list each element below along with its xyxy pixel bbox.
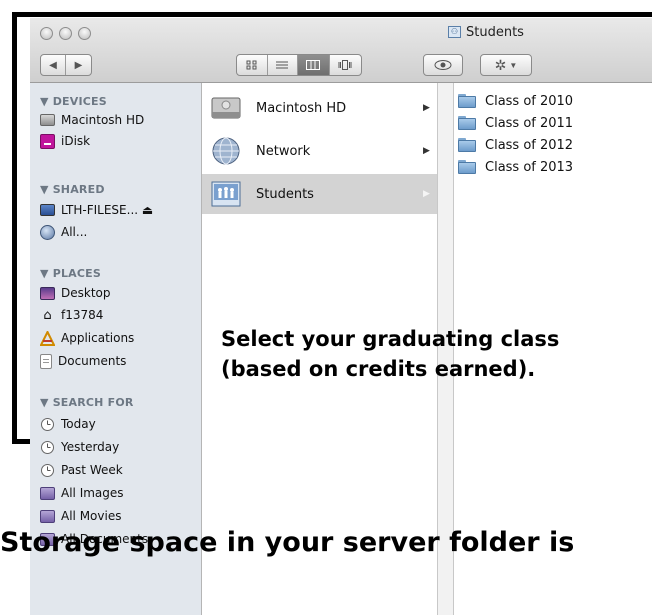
smart-folder-icon xyxy=(40,486,55,500)
folder-icon xyxy=(458,94,476,108)
sidebar-item-label: Today xyxy=(61,417,96,431)
disclosure-arrow-icon: ▶ xyxy=(423,103,430,113)
applications-icon xyxy=(39,329,56,346)
folder-label: Class of 2011 xyxy=(485,115,574,131)
column-item-students[interactable]: Students ▶ xyxy=(202,174,437,214)
disclosure-arrow-icon: ▶ xyxy=(423,146,430,156)
folder-icon xyxy=(458,160,476,174)
window-title: Students xyxy=(466,25,524,40)
document-icon xyxy=(40,353,52,369)
hard-drive-icon xyxy=(211,97,241,119)
column-item-label: Network xyxy=(256,143,311,159)
sidebar-item-all-images[interactable]: All Images xyxy=(40,483,124,503)
quick-look-button[interactable] xyxy=(423,54,463,76)
sidebar-item-label: All Movies xyxy=(61,509,122,523)
forward-button[interactable]: ▶ xyxy=(66,55,91,75)
column-view-button[interactable] xyxy=(298,55,330,75)
desktop-icon xyxy=(40,286,55,300)
list-view-button[interactable] xyxy=(268,55,299,75)
folder-icon xyxy=(458,138,476,152)
coverflow-view-icon xyxy=(338,60,352,70)
sidebar-item-today[interactable]: Today xyxy=(40,414,96,434)
sidebar-heading-shared: ▼ SHARED xyxy=(40,183,105,196)
chevron-down-icon: ▼ xyxy=(509,60,518,70)
folder-icon xyxy=(458,116,476,130)
back-forward-group: ◀ ▶ xyxy=(40,54,92,76)
folder-class-of-2010[interactable]: Class of 2010 xyxy=(458,90,573,112)
sidebar-item-past-week[interactable]: Past Week xyxy=(40,460,123,480)
folder-class-of-2012[interactable]: Class of 2012 xyxy=(458,134,573,156)
sidebar-item-label: f13784 xyxy=(61,308,104,322)
sidebar-heading-devices: ▼ DEVICES xyxy=(40,95,107,108)
storage-annotation: Storage space in your server folder is xyxy=(0,527,575,558)
zoom-button[interactable] xyxy=(78,27,91,40)
instruction-annotation: Select your graduating class (based on c… xyxy=(221,324,559,384)
view-mode-group xyxy=(236,54,362,76)
clock-icon xyxy=(40,463,55,478)
icon-view-icon xyxy=(246,60,257,70)
coverflow-view-button[interactable] xyxy=(330,55,361,75)
home-icon: ⌂ xyxy=(43,307,52,323)
column-item-macintosh-hd[interactable]: Macintosh HD ▶ xyxy=(202,88,437,128)
sidebar-item-label: iDisk xyxy=(61,134,91,148)
sidebar-item-applications[interactable]: Applications xyxy=(39,328,135,348)
sidebar-item-all-shared[interactable]: All... xyxy=(40,222,87,242)
folder-label: Class of 2013 xyxy=(485,159,574,175)
forward-arrow-icon: ▶ xyxy=(74,59,83,71)
sidebar-item-yesterday[interactable]: Yesterday xyxy=(40,437,119,457)
eye-icon xyxy=(434,60,452,70)
sidebar-item-label: All... xyxy=(61,225,88,239)
shared-folder-icon xyxy=(211,181,241,207)
sidebar-item-idisk[interactable]: iDisk xyxy=(40,131,90,151)
sidebar-item-home[interactable]: ⌂ f13784 xyxy=(40,305,103,325)
column-item-network[interactable]: Network ▶ xyxy=(202,131,437,171)
clock-icon xyxy=(40,417,55,432)
disclosure-arrow-icon: ▶ xyxy=(423,189,430,199)
minimize-button[interactable] xyxy=(59,27,72,40)
column-view-icon xyxy=(306,60,321,70)
sidebar-item-label: Past Week xyxy=(61,463,123,477)
list-view-icon xyxy=(276,61,289,69)
sidebar-item-label[interactable]: LTH-FILESE... ⏏ xyxy=(61,203,153,217)
action-menu-button[interactable]: ✲ ▼ xyxy=(480,54,532,76)
back-button[interactable]: ◀ xyxy=(41,55,67,75)
title-bar: ⚇ Students ◀ ▶ ✲ ▼ xyxy=(30,18,652,83)
folder-class-of-2013[interactable]: Class of 2013 xyxy=(458,156,573,178)
icon-view-button[interactable] xyxy=(237,55,268,75)
sidebar-item-macintosh-hd[interactable]: Macintosh HD xyxy=(40,110,144,130)
idisk-icon xyxy=(40,133,55,149)
close-button[interactable] xyxy=(40,27,53,40)
instruction-line-1: Select your graduating class xyxy=(221,327,560,351)
hard-drive-icon xyxy=(40,114,55,126)
smart-folder-icon xyxy=(40,509,55,523)
annotation-frame-top xyxy=(12,12,652,17)
sidebar-item-label: All Images xyxy=(61,486,124,500)
folder-class-of-2011[interactable]: Class of 2011 xyxy=(458,112,573,134)
sidebar-item-label: Documents xyxy=(58,354,127,368)
sidebar-heading-search-for: ▼ SEARCH FOR xyxy=(40,396,134,409)
clock-icon xyxy=(40,440,55,455)
sidebar-item-label: Macintosh HD xyxy=(61,113,145,127)
column-item-label: Students xyxy=(256,186,314,202)
sidebar-item-all-movies[interactable]: All Movies xyxy=(40,506,121,526)
network-globe-icon xyxy=(212,137,240,165)
folder-label: Class of 2012 xyxy=(485,137,574,153)
gear-icon: ✲ xyxy=(494,56,507,73)
annotation-frame-left xyxy=(12,12,17,444)
back-arrow-icon: ◀ xyxy=(49,59,57,71)
sidebar-heading-places: ▼ PLACES xyxy=(40,267,101,280)
instruction-line-2: (based on credits earned). xyxy=(221,357,536,381)
column-item-label: Macintosh HD xyxy=(256,100,347,116)
sidebar-item-documents[interactable]: Documents xyxy=(40,351,126,371)
students-title-icon: ⚇ xyxy=(448,26,461,38)
sidebar-item-label: Yesterday xyxy=(61,440,120,454)
folder-label: Class of 2010 xyxy=(485,93,574,109)
sidebar-item-label: Applications xyxy=(61,331,135,345)
network-globe-icon xyxy=(40,224,55,240)
sidebar-item-lth-fileserver[interactable]: LTH-FILESE... ⏏ xyxy=(40,200,153,220)
sidebar-item-label: Desktop xyxy=(61,286,111,300)
sidebar-item-desktop[interactable]: Desktop xyxy=(40,283,111,303)
server-monitor-icon xyxy=(40,204,55,216)
